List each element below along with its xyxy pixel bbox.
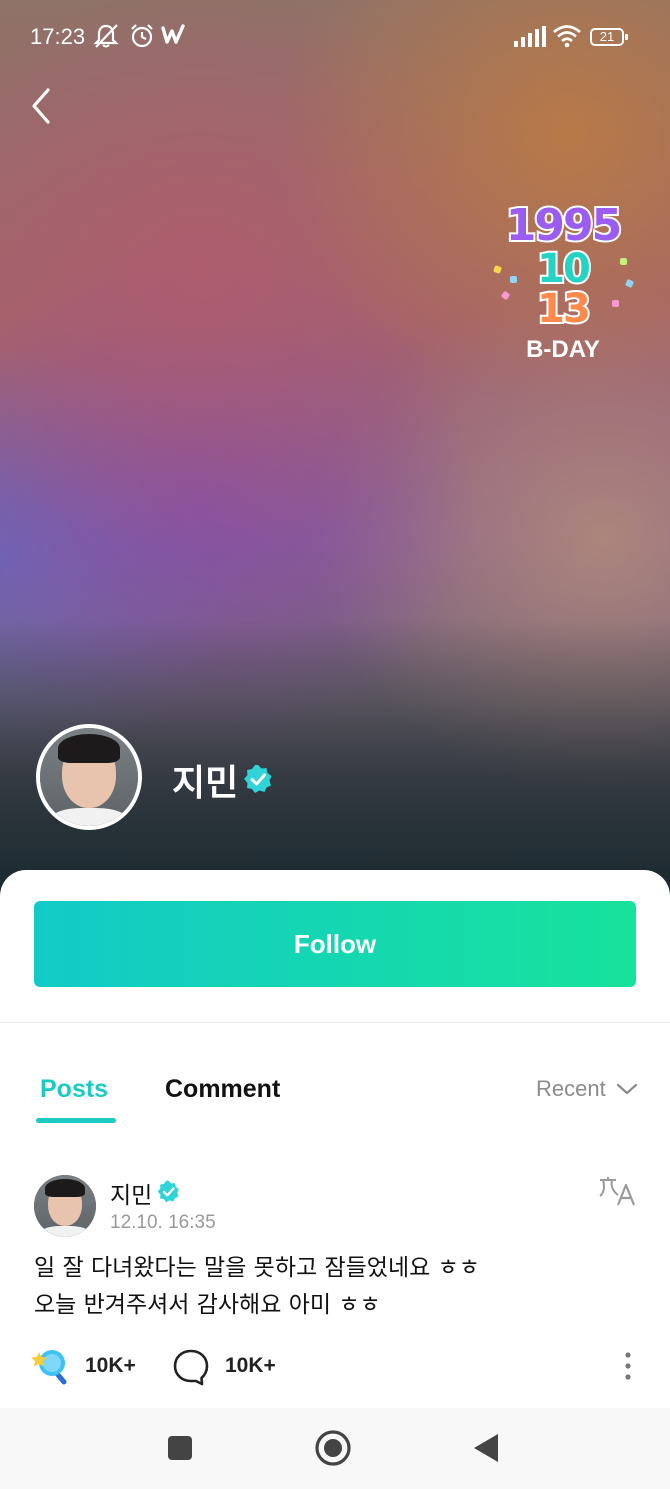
tab-active-indicator	[36, 1118, 116, 1123]
confetti	[493, 265, 502, 274]
battery-level: 21	[599, 29, 615, 44]
chevron-left-icon	[32, 88, 50, 124]
sort-dropdown[interactable]: Recent	[536, 1076, 606, 1102]
post-line: 일 잘 다녀왔다는 말을 못하고 잠들었네요 ㅎㅎ	[34, 1255, 480, 1281]
weverse-icon	[161, 24, 185, 44]
recent-apps-button[interactable]	[160, 1428, 200, 1468]
mute-bell-icon	[93, 24, 119, 48]
signal-icon	[514, 26, 546, 47]
divider	[0, 1022, 670, 1023]
profile-name: 지민	[172, 763, 239, 804]
status-time: 17:23	[30, 24, 86, 49]
confetti	[620, 258, 627, 265]
birthday-day: 13	[535, 284, 593, 334]
follow-button[interactable]: Follow	[34, 901, 636, 987]
post-timestamp: 12.10. 16:35	[110, 1212, 216, 1233]
post-avatar[interactable]	[34, 1175, 96, 1237]
birthday-year: 1995	[504, 198, 624, 253]
post-line: 오늘 반겨주셔서 감사해요 아미 ㅎㅎ	[34, 1292, 381, 1318]
tab-comment[interactable]: Comment	[165, 1075, 280, 1104]
birthday-badge: 1995 10 13 B-DAY	[488, 196, 638, 372]
comment-icon[interactable]	[172, 1348, 210, 1386]
comment-count: 10K+	[225, 1354, 276, 1377]
home-button[interactable]	[313, 1428, 353, 1468]
translate-icon[interactable]	[598, 1175, 638, 1207]
like-count: 10K+	[85, 1354, 136, 1377]
battery-icon: 21	[590, 28, 628, 46]
status-bar: 17:23 21	[0, 0, 670, 76]
verified-badge-icon	[157, 1180, 179, 1203]
back-button[interactable]	[24, 86, 60, 126]
post-body[interactable]: 일 잘 다녀왔다는 말을 못하고 잠들었네요 ㅎㅎ 오늘 반겨주셔서 감사해요 …	[34, 1250, 634, 1324]
confetti	[510, 276, 517, 283]
chevron-down-icon[interactable]	[616, 1082, 638, 1096]
like-lightstick-icon[interactable]	[30, 1346, 74, 1386]
wifi-icon	[553, 25, 581, 48]
confetti	[624, 278, 635, 289]
post-author[interactable]: 지민	[110, 1176, 152, 1210]
confetti	[612, 300, 619, 307]
profile-sheet: Follow Posts Comment Recent 지민 12.10. 16…	[0, 870, 670, 1489]
back-nav-button[interactable]	[466, 1428, 506, 1468]
system-nav-bar	[0, 1408, 670, 1489]
avatar[interactable]	[36, 724, 142, 830]
birthday-label: B-DAY	[526, 336, 600, 363]
confetti	[500, 290, 511, 301]
alarm-icon	[131, 24, 153, 48]
verified-badge-icon	[244, 765, 272, 793]
tab-posts[interactable]: Posts	[40, 1075, 108, 1104]
more-options-icon[interactable]	[620, 1350, 636, 1382]
